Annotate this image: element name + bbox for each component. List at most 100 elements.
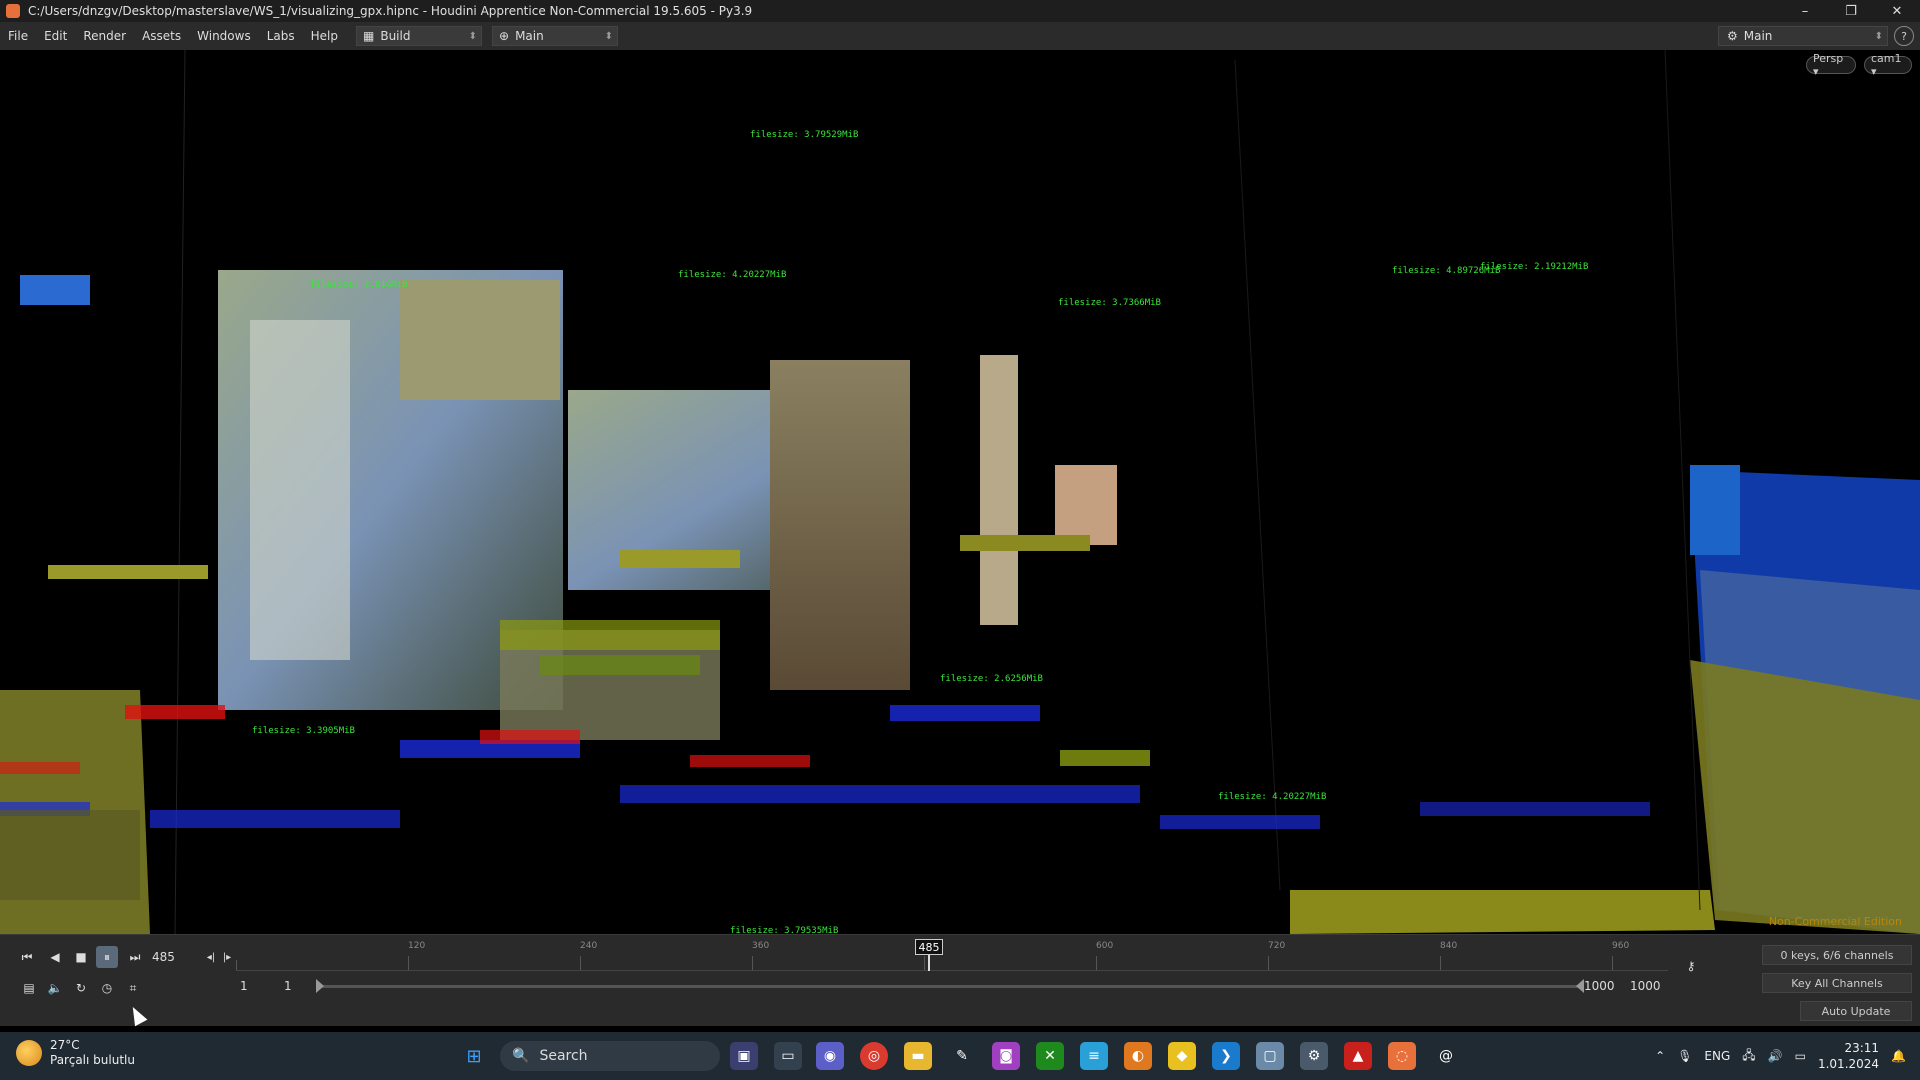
blender-icon[interactable]: ◐ <box>1124 1042 1152 1070</box>
minimize-button[interactable]: – <box>1782 0 1828 22</box>
menu-bar: File Edit Render Assets Windows Labs Hel… <box>0 22 1920 50</box>
chevron-updown-icon: ⬍ <box>1874 30 1883 42</box>
app-icon-red[interactable]: ▲ <box>1344 1042 1372 1070</box>
weather-icon <box>16 1040 42 1066</box>
language-indicator[interactable]: ENG <box>1704 1049 1730 1063</box>
volume-icon[interactable]: 🔊 <box>1768 1049 1783 1063</box>
current-frame-line <box>928 955 930 971</box>
chrome-icon[interactable]: ◎ <box>860 1042 888 1070</box>
range-start-field[interactable]: 1 <box>240 977 248 995</box>
app-icon-spiral[interactable]: @ <box>1432 1042 1460 1070</box>
keys-channels-info[interactable]: 0 keys, 6/6 channels <box>1762 945 1912 965</box>
persp-camera-menu[interactable]: Persp ▾ <box>1806 52 1856 78</box>
teams-icon[interactable]: ◉ <box>816 1042 844 1070</box>
taskbar-search[interactable]: 🔍 Search <box>500 1041 720 1071</box>
frame-range-slider[interactable] <box>316 979 1584 993</box>
overlay-label: filesize: 2.81GMiB <box>310 280 408 290</box>
app-icon-window[interactable]: ▢ <box>1256 1042 1284 1070</box>
audio-icon[interactable]: 🔈 <box>44 977 66 999</box>
realtime-toggle-icon[interactable]: ▤ <box>18 977 40 999</box>
network-icon: ⊕ <box>499 29 510 43</box>
clock-icon[interactable]: ◷ <box>96 977 118 999</box>
ruler-label: 120 <box>408 941 426 951</box>
menu-assets[interactable]: Assets <box>134 29 189 43</box>
desktop-selector[interactable]: ▦ Build ⬍ <box>356 26 482 46</box>
loop-icon[interactable]: ↻ <box>70 977 92 999</box>
next-key-button[interactable]: |▸ <box>216 946 238 968</box>
menu-render[interactable]: Render <box>75 29 134 43</box>
desktop-icon: ▦ <box>363 29 375 43</box>
app-icon-camera[interactable]: ◙ <box>992 1042 1020 1070</box>
range-end-handle[interactable] <box>1576 979 1584 993</box>
ruler-tick <box>1096 956 1097 970</box>
current-frame-field[interactable]: 485 <box>152 947 202 967</box>
ruler-tick <box>1440 956 1441 970</box>
windows-start-icon[interactable]: ⊞ <box>460 1042 488 1070</box>
tray-chevron-icon[interactable]: ⌃ <box>1655 1049 1665 1063</box>
weather-widget[interactable]: 27°C Parçalı bulutlu <box>16 1038 135 1068</box>
menu-windows[interactable]: Windows <box>189 29 259 43</box>
ruler-tick <box>236 960 237 970</box>
non-commercial-watermark: Non-Commercial Edition <box>1768 915 1902 928</box>
ruler-label: 600 <box>1096 941 1114 951</box>
timeline-ruler[interactable]: 120 240 360 600 720 840 960 <box>236 941 1668 971</box>
current-frame-marker[interactable]: 485 <box>915 939 943 955</box>
task-view-icon[interactable]: ▭ <box>774 1042 802 1070</box>
key-icon[interactable]: ⚷ <box>1680 955 1702 977</box>
stop-button[interactable]: ■ <box>70 946 92 968</box>
key-all-channels-button[interactable]: Key All Channels <box>1762 973 1912 993</box>
xbox-icon[interactable]: ✕ <box>1036 1042 1064 1070</box>
overlay-label: filesize: 3.79529MiB <box>750 130 859 140</box>
app-icon-pen[interactable]: ✎ <box>948 1042 976 1070</box>
ruler-tick <box>580 956 581 970</box>
context-label: Main <box>1743 29 1773 43</box>
ruler-tick <box>1612 956 1613 970</box>
menu-labs[interactable]: Labs <box>259 29 303 43</box>
notepad-icon[interactable]: ≡ <box>1080 1042 1108 1070</box>
chevron-updown-icon: ⬍ <box>604 30 613 42</box>
overlay-label: filesize: 4.20227MiB <box>678 270 787 280</box>
houdini-taskbar-icon[interactable]: ◌ <box>1388 1042 1416 1070</box>
main-context-selector[interactable]: ⚙ Main ⬍ <box>1718 26 1888 46</box>
network-selector[interactable]: ⊕ Main ⬍ <box>492 26 618 46</box>
notification-bell-icon[interactable]: 🔔 <box>1891 1049 1906 1063</box>
network-icon[interactable]: 🖧 <box>1742 1046 1755 1067</box>
ruler-tick <box>408 956 409 970</box>
play-pause-button[interactable]: ⏸ <box>96 946 118 968</box>
widgets-icon[interactable]: ▣ <box>730 1042 758 1070</box>
chevron-updown-icon: ⬍ <box>468 30 477 42</box>
fps-icon[interactable]: ⌗ <box>122 977 144 999</box>
git-icon[interactable]: ◆ <box>1168 1042 1196 1070</box>
jump-end-button[interactable]: ⏭ <box>124 946 146 968</box>
microphone-icon[interactable]: 🎙 <box>1677 1049 1692 1063</box>
range-end-field[interactable]: 1000 <box>1630 977 1661 995</box>
settings-icon[interactable]: ⚙ <box>1300 1042 1328 1070</box>
vscode-icon[interactable]: ❯ <box>1212 1042 1240 1070</box>
auto-update-menu[interactable]: Auto Update <box>1800 1001 1912 1021</box>
network-label: Main <box>515 29 544 43</box>
range-start-field[interactable]: 1 <box>284 977 292 995</box>
battery-icon[interactable]: ▭ <box>1795 1049 1806 1063</box>
menu-edit[interactable]: Edit <box>36 29 75 43</box>
scene-viewport[interactable]: filesize: 3.79529MiB filesize: 4.20227Mi… <box>0 50 1920 934</box>
close-button[interactable]: ✕ <box>1874 0 1920 22</box>
range-start-handle[interactable] <box>316 979 324 993</box>
clock-date: 1.01.2024 <box>1817 1057 1880 1071</box>
maximize-button[interactable]: ❐ <box>1828 0 1874 22</box>
range-end-field[interactable]: 1000 <box>1584 977 1615 995</box>
overlay-label: filesize: 3.3905MiB <box>252 726 355 736</box>
ruler-label: 360 <box>752 941 770 951</box>
weather-temp: 27°C <box>50 1038 80 1052</box>
windows-taskbar: 27°C Parçalı bulutlu ⊞ 🔍 Search ▣ ▭ ◉ ◎ … <box>0 1032 1920 1080</box>
help-icon[interactable]: ? <box>1894 26 1914 46</box>
step-back-button[interactable]: ◀ <box>44 946 66 968</box>
window-title: C:/Users/dnzgv/Desktop/masterslave/WS_1/… <box>28 4 753 18</box>
menu-help[interactable]: Help <box>303 29 346 43</box>
file-explorer-icon[interactable]: ▬ <box>904 1042 932 1070</box>
ruler-label: 240 <box>580 941 598 951</box>
jump-start-button[interactable]: ⏮ <box>16 946 38 968</box>
cam1-camera-menu[interactable]: cam1 ▾ <box>1864 52 1912 78</box>
menu-file[interactable]: File <box>0 29 36 43</box>
houdini-app-icon <box>6 4 20 18</box>
clock[interactable]: 23:11 1.01.2024 <box>1818 1040 1879 1072</box>
